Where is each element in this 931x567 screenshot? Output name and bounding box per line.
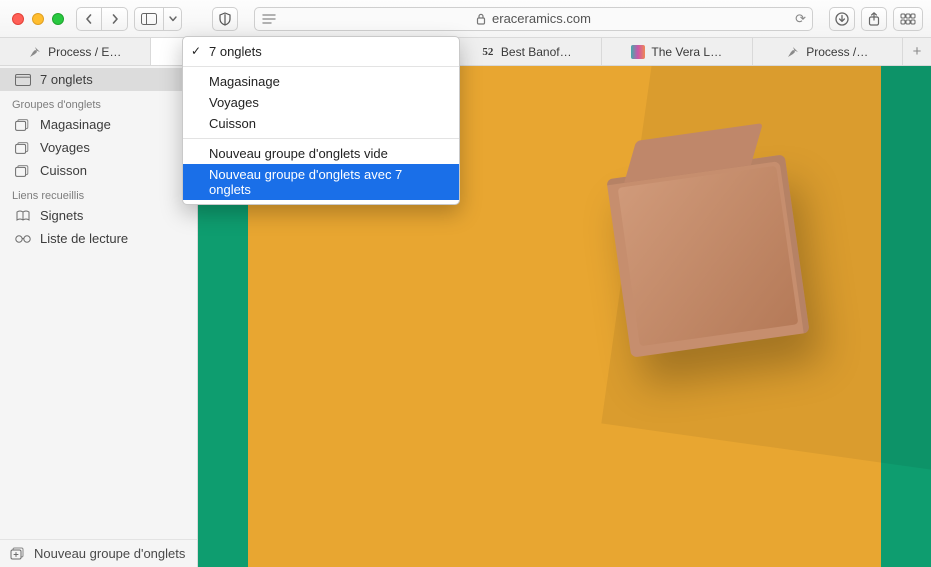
folder-icon (14, 119, 32, 131)
tab-group-menu-button[interactable] (164, 7, 182, 31)
privacy-report-button[interactable] (212, 7, 238, 31)
sidebar-heading-collected: Liens recueillis (0, 182, 197, 204)
nav-back-forward (76, 7, 128, 31)
sidebar-item-label: Cuisson (40, 163, 87, 178)
tab[interactable]: 52 Best Banof… (452, 38, 603, 65)
tab-strip: Process / E… Cen… 52 Best Banof… The Ver… (0, 38, 931, 66)
window-icon (14, 74, 32, 86)
menu-item-label: Nouveau groupe d'onglets vide (209, 146, 388, 161)
tab[interactable]: The Vera L… (602, 38, 753, 65)
sidebar-group-item[interactable]: Voyages (0, 136, 197, 159)
sidebar-item-label: 7 onglets (40, 72, 93, 87)
sidebar-group-item[interactable]: Cuisson (0, 159, 197, 182)
menu-item-new-empty[interactable]: Nouveau groupe d'onglets vide (183, 143, 459, 164)
toolbar-right (829, 7, 923, 31)
sidebar: 7 onglets Groupes d'onglets Magasinage V… (0, 66, 198, 567)
folder-icon (14, 165, 32, 177)
share-button[interactable] (861, 7, 887, 31)
new-tab-button[interactable]: + (903, 38, 931, 65)
address-bar: eraceramics.com ⟳ (254, 7, 813, 31)
sidebar-item-label: Magasinage (40, 117, 111, 132)
menu-item-label: 7 onglets (209, 44, 262, 59)
menu-item-label: Cuisson (209, 116, 256, 131)
sidebar-current-group[interactable]: 7 onglets (0, 68, 197, 91)
back-button[interactable] (76, 7, 102, 31)
sidebar-item-label: Voyages (40, 140, 90, 155)
menu-item-current[interactable]: 7 onglets (183, 41, 459, 62)
address-domain: eraceramics.com (492, 11, 591, 26)
forward-button[interactable] (102, 7, 128, 31)
window-controls (8, 13, 70, 25)
tab-label: Process / E… (48, 45, 121, 59)
menu-separator (183, 66, 459, 67)
close-window-button[interactable] (12, 13, 24, 25)
sidebar-footer-label: Nouveau groupe d'onglets (34, 546, 185, 561)
tab-overview-button[interactable] (893, 7, 923, 31)
glasses-icon (14, 234, 32, 244)
address-field[interactable]: eraceramics.com ⟳ (254, 7, 813, 31)
reader-lines-icon[interactable] (259, 14, 279, 24)
zoom-window-button[interactable] (52, 13, 64, 25)
tab-label: Best Banof… (501, 45, 572, 59)
menu-separator (183, 138, 459, 139)
menu-item-label: Nouveau groupe d'onglets avec 7 onglets (209, 167, 402, 197)
book-icon (14, 210, 32, 222)
downloads-button[interactable] (829, 7, 855, 31)
favicon-icon (631, 45, 645, 59)
sidebar-new-group-button[interactable]: Nouveau groupe d'onglets (0, 539, 197, 567)
pin-icon (28, 45, 42, 59)
menu-item-group[interactable]: Voyages (183, 92, 459, 113)
tab[interactable]: Process /… (753, 38, 904, 65)
folder-icon (14, 142, 32, 154)
menu-item-label: Magasinage (209, 74, 280, 89)
sidebar-toggle-button[interactable] (134, 7, 164, 31)
minimize-window-button[interactable] (32, 13, 44, 25)
tab[interactable]: Process / E… (0, 38, 151, 65)
sidebar-group-item[interactable]: Magasinage (0, 113, 197, 136)
sidebar-reading-list[interactable]: Liste de lecture (0, 227, 197, 250)
lock-icon (476, 13, 486, 25)
sidebar-item-label: Liste de lecture (40, 231, 128, 246)
sidebar-toggle-group (134, 7, 182, 31)
page-illustration-object (606, 154, 809, 357)
menu-item-group[interactable]: Cuisson (183, 113, 459, 134)
menu-item-new-with-tabs[interactable]: Nouveau groupe d'onglets avec 7 onglets (183, 164, 459, 200)
reload-button[interactable]: ⟳ (795, 11, 806, 27)
menu-item-group[interactable]: Magasinage (183, 71, 459, 92)
tab-label: Process /… (806, 45, 868, 59)
sidebar-heading-groups: Groupes d'onglets (0, 91, 197, 113)
plus-square-icon (10, 547, 26, 561)
tab-group-dropdown: 7 onglets Magasinage Voyages Cuisson Nou… (182, 36, 460, 205)
pin-icon (786, 45, 800, 59)
titlebar: eraceramics.com ⟳ (0, 0, 931, 38)
favicon-icon: 52 (481, 45, 495, 59)
menu-item-label: Voyages (209, 95, 259, 110)
sidebar-item-label: Signets (40, 208, 83, 223)
tab-label: The Vera L… (651, 45, 722, 59)
sidebar-bookmarks[interactable]: Signets (0, 204, 197, 227)
